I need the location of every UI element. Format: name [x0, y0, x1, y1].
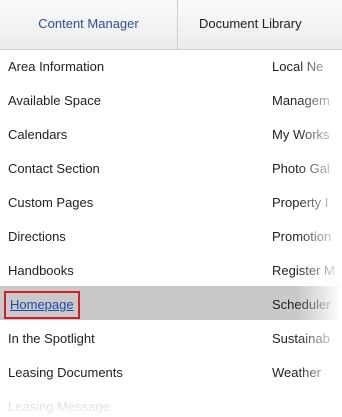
menu-column-left: Area Information Available Space Calenda…: [0, 50, 262, 417]
menu-item-my-workspace[interactable]: My Works: [262, 118, 342, 152]
menu-item-in-the-spotlight[interactable]: In the Spotlight: [0, 322, 262, 356]
menu-item-weather[interactable]: Weather: [262, 356, 342, 390]
menu-item-calendars[interactable]: Calendars: [0, 118, 262, 152]
menu-item-custom-pages[interactable]: Custom Pages: [0, 186, 262, 220]
tab-document-library[interactable]: Document Library: [179, 0, 342, 50]
menu-item-local-news[interactable]: Local Ne: [262, 50, 342, 84]
menu-item-photo-gallery[interactable]: Photo Gal: [262, 152, 342, 186]
menu-item-property-info[interactable]: Property I: [262, 186, 342, 220]
menu-item-homepage-row: Homepage: [0, 288, 262, 322]
menu-item-available-space[interactable]: Available Space: [0, 84, 262, 118]
menu-item-management[interactable]: Managem: [262, 84, 342, 118]
tab-content-manager[interactable]: Content Manager: [0, 0, 178, 50]
menu-item-scheduler[interactable]: Scheduler: [262, 288, 342, 322]
menu-item-contact-section[interactable]: Contact Section: [0, 152, 262, 186]
menu-item-area-information[interactable]: Area Information: [0, 50, 262, 84]
menu-item-handbooks[interactable]: Handbooks: [0, 254, 262, 288]
menu-item-leasing-documents[interactable]: Leasing Documents: [0, 356, 262, 390]
menu-item-sustainability[interactable]: Sustainab: [262, 322, 342, 356]
menu-column-right: Local Ne Managem My Works Photo Gal Prop…: [262, 50, 342, 390]
menu-item-promotions[interactable]: Promotion: [262, 220, 342, 254]
menu-item-register[interactable]: Register M: [262, 254, 342, 288]
menu-item-directions[interactable]: Directions: [0, 220, 262, 254]
menu-item-homepage-link[interactable]: Homepage: [4, 291, 80, 319]
tab-bar: Content Manager Document Library: [0, 0, 342, 50]
menu-item-leasing-message[interactable]: Leasing Message: [0, 390, 262, 417]
